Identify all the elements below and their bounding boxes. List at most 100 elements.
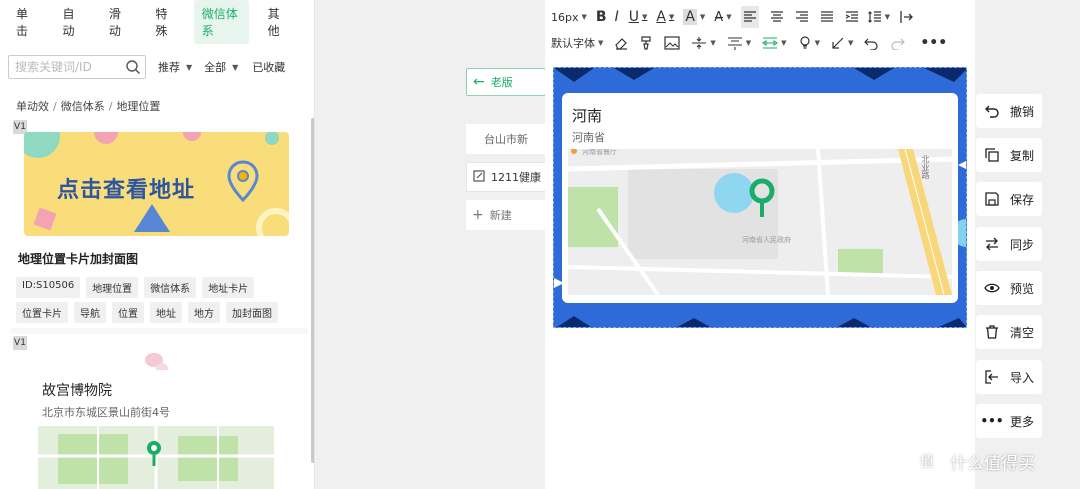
plus-icon: + — [472, 207, 484, 223]
search-row: 推荐 ▼ 全部 ▼ 已收藏 — [0, 54, 314, 80]
underline-icon[interactable]: U ▼ — [629, 6, 648, 28]
copy-label: 复制 — [1010, 148, 1035, 163]
chevron-down-icon: ▼ — [884, 13, 890, 21]
tag[interactable]: ID:S10506 — [16, 277, 81, 298]
font-color-icon[interactable]: A ▼ — [656, 6, 674, 28]
location-title: 河南 — [572, 107, 603, 125]
chevron-down-icon: ▼ — [232, 62, 239, 72]
paragraph-spacing-icon[interactable]: ▼ — [727, 32, 751, 54]
location-card[interactable]: 河南 河南省 河南省餐厅 河南省人民政府 北业路 — [562, 93, 958, 303]
clear-format-icon[interactable]: A̶ ▼ — [714, 6, 731, 28]
align-center-icon[interactable] — [770, 6, 784, 28]
tab-click[interactable]: 单击 — [8, 0, 43, 44]
bold-icon[interactable]: B — [596, 6, 607, 28]
clear-label: 清空 — [1010, 325, 1035, 340]
save-button[interactable]: 保存 — [976, 182, 1042, 216]
preview-button[interactable]: 预览 — [976, 271, 1042, 305]
article-item[interactable]: 1211健康 — [466, 162, 546, 192]
import-button[interactable]: 导入 — [976, 360, 1042, 394]
tab-auto[interactable]: 自动 — [54, 0, 89, 44]
indent-icon[interactable] — [845, 6, 859, 28]
chevron-down-icon: ▼ — [781, 39, 787, 47]
tag[interactable]: 加封面图 — [226, 302, 278, 323]
cover-banner: 点击查看地址 — [24, 132, 289, 236]
tag[interactable]: 地址 — [150, 302, 182, 323]
template-card[interactable]: V1 故宫博物院 北京市东城区景山前街4号 — [10, 334, 308, 489]
background-color-icon[interactable]: A ▼ — [683, 6, 705, 28]
tag-list: ID:S10506 地理位置 微信体系 地址卡片 位置卡片 导航 位置 地址 地… — [16, 277, 304, 323]
align-right-icon[interactable] — [795, 6, 809, 28]
copy-button[interactable]: 复制 — [976, 138, 1042, 172]
watermark-logo-icon: 值 — [912, 446, 942, 476]
template-card[interactable]: V1 点击查看地址 地理位置卡片加封面图 ID:S10506 地理位置 微信体系… — [10, 118, 308, 328]
tag[interactable]: 微信体系 — [144, 277, 197, 298]
breadcrumb-item[interactable]: 微信体系 — [61, 100, 105, 113]
chevron-down-icon: ▼ — [710, 39, 716, 47]
location-title: 故宫博物院 — [42, 383, 112, 399]
filter-select[interactable]: 全部 ▼ — [204, 59, 238, 75]
favorites-filter[interactable]: 已收藏 — [252, 59, 285, 75]
redo-icon[interactable] — [891, 32, 906, 54]
arrow-diagonal-icon[interactable]: ▼ — [831, 32, 853, 54]
banner-text: 点击查看地址 — [57, 178, 196, 203]
filter-select-value: 全部 — [204, 61, 227, 74]
location-subtitle: 河南省 — [572, 131, 605, 144]
tab-wechat-system[interactable]: 微信体系 — [193, 0, 249, 44]
search-box — [8, 55, 146, 79]
tag[interactable]: 地理位置 — [86, 277, 139, 298]
editor-toolbar: 16px ▼ B I U ▼ A ▼ A ▼ A̶ ▼ ▼ 默认字体 ▼ ▼ ▼… — [545, 0, 975, 60]
map-thumbnail — [38, 426, 274, 489]
sync-button[interactable]: 同步 — [976, 227, 1042, 261]
article-item[interactable]: 台山市新 — [466, 124, 546, 154]
search-input[interactable] — [9, 56, 119, 78]
more-icon[interactable]: ••• — [920, 32, 947, 54]
tag[interactable]: 地址卡片 — [202, 277, 255, 298]
watermark: 值 什么值得买 — [912, 446, 1035, 476]
justify-icon[interactable] — [820, 6, 834, 28]
sort-select[interactable]: 推荐 ▼ — [158, 59, 192, 75]
editor-content[interactable]: 河南 河南省 河南省餐厅 河南省人民政府 北业路 — [553, 67, 967, 328]
trash-icon — [984, 325, 1000, 339]
eraser-icon[interactable] — [614, 32, 628, 54]
line-spacing-icon[interactable]: ▼ — [867, 6, 890, 28]
image-icon[interactable] — [664, 32, 680, 54]
font-family-select[interactable]: 默认字体 ▼ — [551, 32, 603, 54]
tab-slide[interactable]: 滑动 — [101, 0, 136, 44]
clear-button[interactable]: 清空 — [976, 315, 1042, 349]
more-button[interactable]: ••• 更多 — [976, 404, 1042, 438]
search-icon[interactable] — [125, 59, 141, 78]
letter-spacing-icon[interactable]: ▼ — [762, 32, 787, 54]
tag[interactable]: 导航 — [74, 302, 106, 323]
italic-icon[interactable]: I — [615, 6, 619, 28]
chevron-down-icon: ▼ — [745, 39, 752, 47]
undo-label: 撤销 — [1010, 104, 1035, 119]
tag[interactable]: 位置 — [112, 302, 144, 323]
exit-icon[interactable] — [899, 6, 913, 28]
undo-icon[interactable] — [864, 32, 878, 54]
old-version-button[interactable]: ← 老版 — [466, 68, 546, 96]
breadcrumb-item[interactable]: 单动效 — [16, 100, 49, 113]
list-scrollbar[interactable] — [311, 118, 314, 463]
new-article-button[interactable]: + 新建 — [466, 200, 546, 230]
tab-special[interactable]: 特殊 — [147, 0, 182, 44]
font-size-select[interactable]: 16px ▼ — [551, 6, 587, 28]
map-graphic — [568, 149, 952, 295]
divider-icon[interactable]: ▼ — [691, 32, 716, 54]
article-title: 台山市新 — [484, 133, 528, 146]
align-left-icon[interactable] — [740, 6, 759, 28]
bulb-icon[interactable]: ▼ — [798, 32, 820, 54]
map-view[interactable]: 河南省餐厅 河南省人民政府 北业路 — [568, 149, 952, 295]
tag[interactable]: 地方 — [188, 302, 220, 323]
arrow-left-icon: ← — [473, 74, 485, 90]
location-pin-icon — [227, 160, 259, 202]
import-icon — [984, 370, 1000, 384]
sync-label: 同步 — [1010, 237, 1035, 252]
undo-button[interactable]: 撤销 — [976, 94, 1042, 128]
format-brush-icon[interactable] — [639, 32, 653, 54]
template-title: 地理位置卡片加封面图 — [18, 252, 139, 266]
chevron-down-icon: ▼ — [699, 13, 706, 21]
tag[interactable]: 位置卡片 — [16, 302, 68, 323]
chevron-down-icon: ▼ — [814, 39, 820, 47]
tab-other[interactable]: 其他 — [260, 0, 295, 44]
chevron-down-icon: ▼ — [186, 62, 193, 72]
